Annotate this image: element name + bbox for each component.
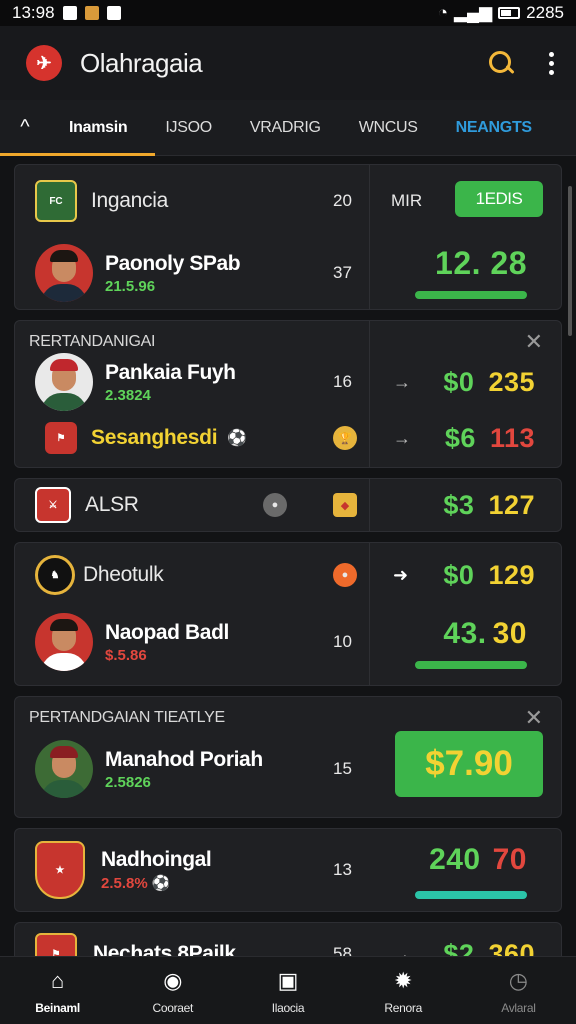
- box-icon: ▣: [277, 967, 299, 993]
- alert-icon: ●: [333, 563, 357, 587]
- team-name: ALSR: [85, 493, 139, 516]
- player-name: Paonoly SPab: [105, 251, 241, 275]
- player-avatar: [35, 244, 93, 302]
- nav-5[interactable]: ◷ Avlaral: [461, 957, 576, 1024]
- player-stat: 21.5.96: [105, 277, 156, 295]
- player-number: 15: [333, 759, 352, 778]
- odds-value[interactable]: $6 113: [445, 423, 535, 454]
- chevron-up-icon[interactable]: ^: [0, 116, 50, 139]
- odds-value[interactable]: $0 129: [443, 560, 535, 591]
- odds-bar: [415, 661, 527, 669]
- close-icon[interactable]: ✕: [525, 329, 543, 355]
- flag-icon: ⚽: [227, 430, 248, 447]
- notification-icon: [62, 6, 77, 20]
- chat-icon: ◉: [163, 967, 183, 993]
- status-time: 13:98: [12, 3, 55, 22]
- bottom-navigation: ⌂ Beinaml ◉ Cooraet ▣ Ilaocia ✹ Renora ◷…: [0, 956, 576, 1024]
- player-number: 58: [333, 944, 352, 956]
- player-number: 16: [333, 372, 352, 391]
- arrow-right-icon: →: [393, 943, 411, 957]
- team-crest-icon: ⚑: [35, 933, 77, 956]
- battery-icon: [498, 7, 521, 19]
- match-card[interactable]: RERTANDANIGAI ✕ Pankaia Fuyh 2.3824 16 →…: [14, 320, 562, 468]
- odds-button[interactable]: $7.90: [395, 731, 543, 797]
- nav-home[interactable]: ⌂ Beinaml: [0, 957, 115, 1024]
- tab-1[interactable]: Inamsin: [50, 100, 146, 156]
- match-card[interactable]: ⚔ ALSR ● ◆ $3 127: [14, 478, 562, 532]
- signal-icon: ▂▄▆: [453, 3, 493, 22]
- app-logo-icon: ✈: [26, 45, 62, 81]
- match-card[interactable]: ♞ Dheotulk ● ➜ $0 129 Naopad Badl $.5.86 …: [14, 542, 562, 686]
- market-pill-button[interactable]: 1EDIS: [455, 181, 543, 217]
- arrow-right-icon: ➜: [393, 564, 409, 585]
- player-name: Nechats 8Pailk: [93, 942, 236, 956]
- tab-4[interactable]: WNCUS: [340, 100, 437, 156]
- odds-value[interactable]: 12. 28: [435, 245, 527, 282]
- odds-value[interactable]: $3 127: [443, 490, 535, 521]
- wifi-icon: ◔: [437, 3, 448, 22]
- status-bar: 13:98 ◔ ▂▄▆ 2285: [0, 0, 576, 26]
- team-crest-icon: ★: [35, 841, 85, 899]
- ball-icon: ⚽: [151, 875, 171, 892]
- match-card[interactable]: ⚑ Nechats 8Pailk 58 → $2 360: [14, 922, 562, 956]
- player-avatar: [35, 353, 93, 411]
- player-number: 13: [333, 860, 352, 879]
- team-name: Sesanghesdi: [91, 426, 218, 449]
- player-number: 37: [333, 263, 352, 282]
- gear-icon: ✹: [393, 967, 413, 993]
- odds-value[interactable]: 43. 30: [443, 617, 527, 651]
- section-header: PERTANDGAIAN TIEATLYE: [29, 709, 225, 726]
- team-crest-icon: FC: [35, 180, 77, 222]
- tab-3[interactable]: VRADRIG: [231, 100, 340, 156]
- shield-icon: ◆: [333, 493, 357, 517]
- market-label: MIR: [391, 191, 423, 210]
- player-name: Nadhoingal: [101, 848, 212, 871]
- home-icon: ⌂: [50, 967, 65, 993]
- search-icon[interactable]: [489, 51, 513, 75]
- player-stat: $.5.86: [105, 646, 147, 664]
- category-tabs: ^ Inamsin IJSOO VRADRIG WNCUS NEANGTS: [0, 100, 576, 156]
- player-avatar: [35, 613, 93, 671]
- ball-icon: ●: [263, 493, 287, 517]
- team-number: 20: [333, 191, 352, 210]
- trophy-icon: 🏆: [333, 426, 357, 450]
- close-icon[interactable]: ✕: [525, 705, 543, 731]
- match-list: FC Ingancia 20 MIR 1EDIS Paonoly SPab 21…: [0, 156, 576, 956]
- player-stat: 2.5826: [105, 773, 151, 791]
- odds-value[interactable]: $0 235: [443, 367, 535, 398]
- team-crest-icon: ♞: [35, 555, 75, 595]
- nav-4[interactable]: ✹ Renora: [346, 957, 461, 1024]
- player-name: Manahod Poriah: [105, 747, 263, 771]
- player-stat: 2.3824: [105, 386, 151, 404]
- app-title: Olahragaia: [80, 47, 203, 78]
- more-options-icon[interactable]: [549, 51, 554, 75]
- odds-bar: [415, 891, 527, 899]
- player-stat: 2.5.8% ⚽: [101, 875, 171, 892]
- odds-value[interactable]: $2 360: [443, 939, 535, 957]
- nav-3[interactable]: ▣ Ilaocia: [230, 957, 345, 1024]
- tab-5[interactable]: NEANGTS: [437, 100, 551, 156]
- player-name: Naopad Badl: [105, 620, 229, 644]
- team-name: Ingancia: [91, 189, 168, 212]
- odds-bar: [415, 291, 527, 299]
- player-number: 10: [333, 632, 352, 651]
- match-card[interactable]: ★ Nadhoingal 2.5.8% ⚽ 13 240 70: [14, 828, 562, 912]
- notification-icon-2: [106, 6, 121, 20]
- tab-2[interactable]: IJSOO: [146, 100, 231, 156]
- match-card[interactable]: FC Ingancia 20 MIR 1EDIS Paonoly SPab 21…: [14, 164, 562, 310]
- team-crest-icon: ⚔: [35, 487, 71, 523]
- arrow-right-icon: →: [393, 427, 411, 448]
- clock-icon: ◷: [508, 967, 528, 993]
- odds-value[interactable]: 240 70: [429, 843, 527, 877]
- player-avatar: [35, 740, 93, 798]
- status-right-time: 2285: [526, 3, 564, 22]
- team-name: Dheotulk: [83, 563, 164, 586]
- arrow-right-icon: →: [393, 371, 411, 392]
- app-bar: ✈ Olahragaia: [0, 26, 576, 100]
- player-name: Pankaia Fuyh: [105, 360, 236, 384]
- team-crest-icon: ⚑: [45, 422, 77, 454]
- nav-2[interactable]: ◉ Cooraet: [115, 957, 230, 1024]
- match-card[interactable]: PERTANDGAIAN TIEATLYE ✕ Manahod Poriah 2…: [14, 696, 562, 818]
- app-notification-icon: [84, 6, 99, 20]
